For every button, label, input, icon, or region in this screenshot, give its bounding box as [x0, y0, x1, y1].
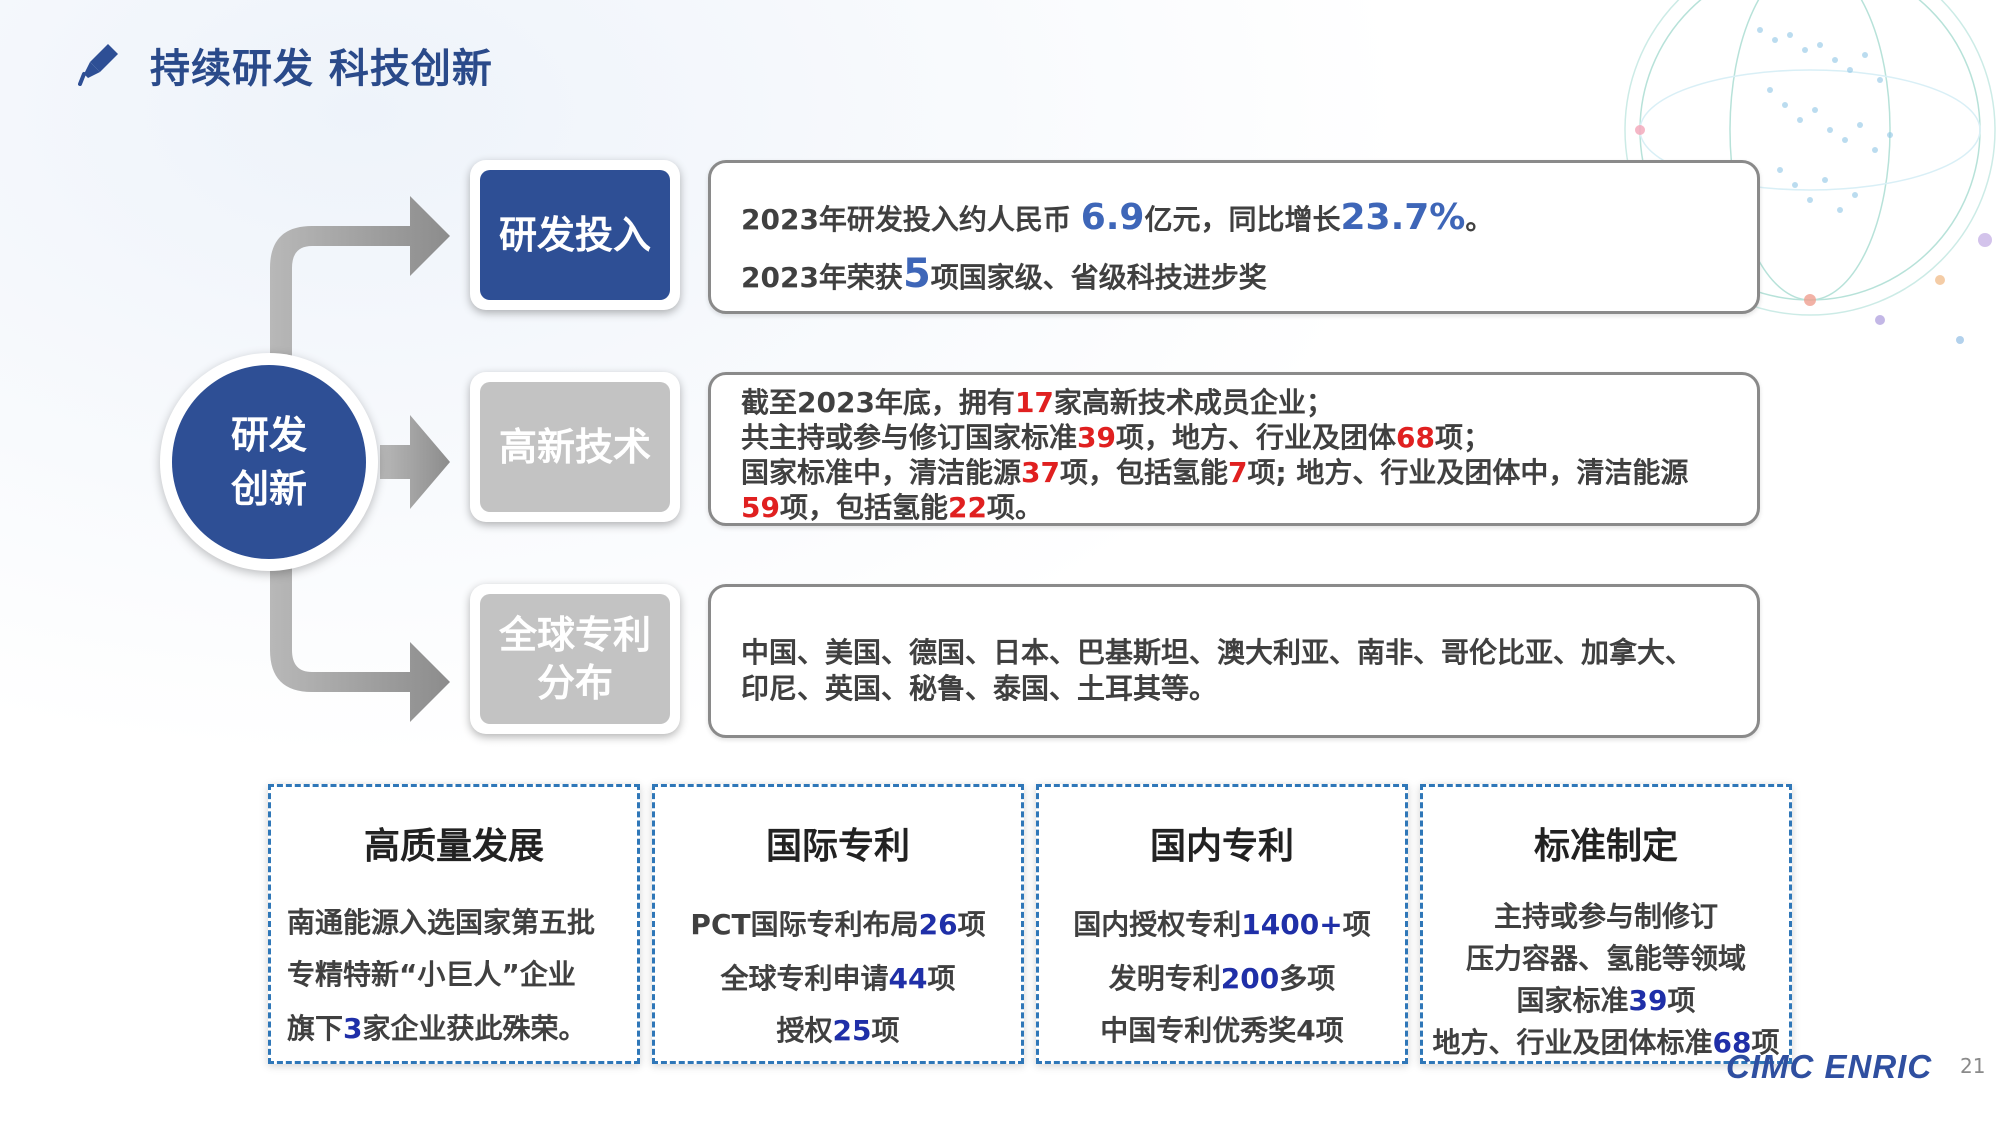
text: 旗下 — [287, 1012, 344, 1045]
high-tech-count: 17 — [1014, 386, 1054, 419]
card-title: 标准制定 — [1533, 826, 1678, 867]
local-hydrogen-count: 22 — [947, 491, 987, 524]
text: 项 — [957, 908, 986, 941]
high-tech-line-1: 截至2023年底，拥有17家高新技术成员企业； — [741, 381, 1334, 421]
text: 项，包括氢能 — [1059, 456, 1228, 489]
tag-line-1: 全球专利 — [498, 613, 651, 657]
text: 家企业获此殊荣。 — [362, 1012, 587, 1045]
text: 国内授权专利 — [1073, 908, 1242, 941]
card-line: 压力容器、氢能等领域 — [1465, 942, 1746, 975]
card-international-patents: 国际专利 PCT国际专利布局26项 全球专利申请44项 授权25项 — [652, 784, 1024, 1064]
text: 全球专利申请 — [720, 962, 889, 995]
tag-rd-investment: 研发投入 — [470, 160, 680, 310]
card-line-award: 中国专利优秀奖4项 — [1100, 1014, 1344, 1047]
local-clean-energy-count: 59 — [741, 491, 780, 524]
awards-count-value: 5 — [902, 251, 931, 297]
card-title: 国内专利 — [1149, 826, 1294, 867]
hub-circle: 研发 创新 — [160, 353, 378, 571]
text: 。 — [1465, 203, 1494, 236]
text: 地方、行业及团体标准 — [1432, 1026, 1713, 1059]
high-tech-line-4: 59项，包括氢能22项。 — [741, 486, 1043, 526]
text: 项 — [1667, 984, 1696, 1017]
text: 家高新技术成员企业； — [1053, 386, 1334, 419]
text: 共主持或参与修订国家标准 — [741, 421, 1078, 454]
arrow-down-right — [270, 565, 450, 722]
text: 亿元，同比增长 — [1144, 203, 1341, 236]
text: 项 — [927, 962, 956, 995]
local-standard-count: 68 — [1396, 421, 1435, 454]
card-line: 国内授权专利1400+项 — [1039, 903, 1405, 943]
tag-rd-investment-label: 研发投入 — [480, 170, 670, 300]
text: PCT国际专利布局 — [690, 908, 919, 941]
text: 项。 — [986, 491, 1043, 524]
text: 2023年荣获 — [741, 261, 903, 294]
text: 国家标准中，清洁能源 — [741, 456, 1022, 489]
card-high-quality: 高质量发展 南通能源入选国家第五批 专精特新“小巨人”企业 旗下3家企业获此殊荣… — [268, 784, 640, 1064]
invention-count: 200 — [1220, 962, 1280, 995]
card-line: 国家标准39项 — [1423, 979, 1789, 1019]
text: 项； — [1434, 421, 1491, 454]
text: 2023年研发投入约人民币 — [741, 203, 1081, 236]
tag-high-tech: 高新技术 — [470, 372, 680, 522]
text: 国家标准 — [1516, 984, 1629, 1017]
hub-line-2: 创新 — [230, 467, 307, 511]
card-line: PCT国际专利布局26项 — [655, 903, 1021, 943]
tag-global-patents: 全球专利 分布 — [470, 584, 680, 734]
info-box-rd-investment: 2023年研发投入约人民币 6.9亿元，同比增长23.7%。 2023年荣获5项… — [708, 160, 1760, 314]
countries-line-2: 印尼、英国、秘鲁、泰国、土耳其等。 — [741, 672, 1218, 705]
company-logo: CIMC ENRIC — [1726, 1048, 1933, 1085]
card-title: 高质量发展 — [363, 826, 544, 867]
countries-line-1: 中国、美国、德国、日本、巴基斯坦、澳大利亚、南非、哥伦比亚、加拿大、 — [741, 636, 1694, 669]
card-title: 国际专利 — [765, 826, 910, 867]
high-tech-line-2: 共主持或参与修订国家标准39项，地方、行业及团体68项； — [741, 416, 1491, 456]
high-tech-line-3: 国家标准中，清洁能源37项，包括氢能7项; 地方、行业及团体中，清洁能源 — [741, 451, 1688, 491]
arrow-right — [380, 415, 450, 509]
domestic-granted-count: 1400+ — [1241, 908, 1343, 941]
card-line: 旗下3家企业获此殊荣。 — [287, 1007, 653, 1047]
card-standards: 标准制定 主持或参与制修订 压力容器、氢能等领域 国家标准39项 地方、行业及团… — [1420, 784, 1792, 1064]
tag-global-patents-label: 全球专利 分布 — [480, 594, 670, 724]
company-count: 3 — [343, 1012, 363, 1045]
text: 截至2023年底，拥有 — [741, 386, 1015, 419]
text: 多项 — [1279, 962, 1336, 995]
text: 项; 地方、行业及团体中，清洁能源 — [1247, 456, 1689, 489]
text: 项，地方、行业及团体 — [1115, 421, 1396, 454]
hub-line-1: 研发 — [230, 413, 307, 457]
text: 授权 — [776, 1014, 833, 1047]
card-line: 全球专利申请44项 — [655, 957, 1021, 997]
page-number: 21 — [1960, 1054, 1986, 1078]
rd-amount-value: 6.9 — [1080, 197, 1145, 238]
granted-count: 25 — [832, 1014, 872, 1047]
card-line: 授权25项 — [655, 1009, 1021, 1049]
card-domestic-patents: 国内专利 国内授权专利1400+项 发明专利200多项 中国专利优秀奖4项 — [1036, 784, 1408, 1064]
application-count: 44 — [888, 962, 928, 995]
card-line: 南通能源入选国家第五批 — [287, 906, 596, 939]
clean-energy-count: 37 — [1021, 456, 1060, 489]
hydrogen-count: 7 — [1228, 456, 1248, 489]
rd-investment-line-2: 2023年荣获5项国家级、省级科技进步奖 — [741, 251, 1267, 297]
growth-rate-value: 23.7% — [1340, 197, 1466, 238]
national-standard-count: 39 — [1628, 984, 1668, 1017]
card-line: 专精特新“小巨人”企业 — [287, 958, 576, 991]
card-line: 主持或参与制修订 — [1493, 900, 1718, 933]
text: 项 — [1342, 908, 1371, 941]
pct-count: 26 — [918, 908, 958, 941]
tag-line-2: 分布 — [536, 661, 613, 705]
info-box-global-patents: 中国、美国、德国、日本、巴基斯坦、澳大利亚、南非、哥伦比亚、加拿大、 印尼、英国… — [708, 584, 1760, 738]
hub-label: 研发 创新 — [172, 365, 366, 559]
text: 发明专利 — [1108, 962, 1221, 995]
arrow-up-right — [270, 196, 450, 360]
rd-investment-line-1: 2023年研发投入约人民币 6.9亿元，同比增长23.7%。 — [741, 197, 1493, 238]
text: 项 — [871, 1014, 900, 1047]
text: 项国家级、省级科技进步奖 — [930, 261, 1267, 294]
card-line: 发明专利200多项 — [1039, 957, 1405, 997]
info-box-high-tech: 截至2023年底，拥有17家高新技术成员企业； 共主持或参与修订国家标准39项，… — [708, 372, 1760, 526]
text: 项，包括氢能 — [779, 491, 948, 524]
tag-high-tech-label: 高新技术 — [480, 382, 670, 512]
national-standard-count: 39 — [1077, 421, 1116, 454]
